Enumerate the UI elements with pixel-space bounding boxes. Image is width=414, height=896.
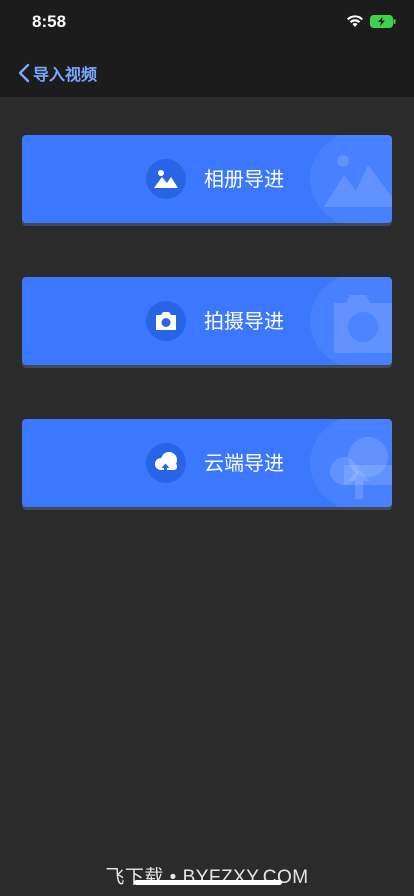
cloud-watermark-icon [330,437,392,499]
import-from-camera-button[interactable]: 拍摄导进 [22,277,392,365]
import-from-album-label: 相册导进 [204,167,284,191]
back-button[interactable]: 导入视频 [18,60,97,86]
import-from-camera-label: 拍摄导进 [204,309,284,333]
wifi-icon [347,15,363,27]
camera-watermark-icon [334,295,392,353]
import-from-cloud-label: 云端导进 [204,451,284,475]
import-from-album-button[interactable]: 相册导进 [22,135,392,223]
status-bar: 8:58 [0,0,414,48]
photo-watermark-icon [324,155,392,207]
cloud-upload-icon [146,443,186,483]
home-indicator[interactable] [134,880,282,885]
photo-icon [146,159,186,199]
status-icons [346,15,396,28]
import-from-cloud-button[interactable]: 云端导进 [22,419,392,507]
battery-charging-icon [370,15,396,28]
nav-bar: 导入视频 [0,48,414,97]
chevron-left-icon [18,63,30,83]
camera-icon [146,301,186,341]
status-time: 8:58 [32,12,67,31]
back-label: 导入视频 [33,65,98,84]
